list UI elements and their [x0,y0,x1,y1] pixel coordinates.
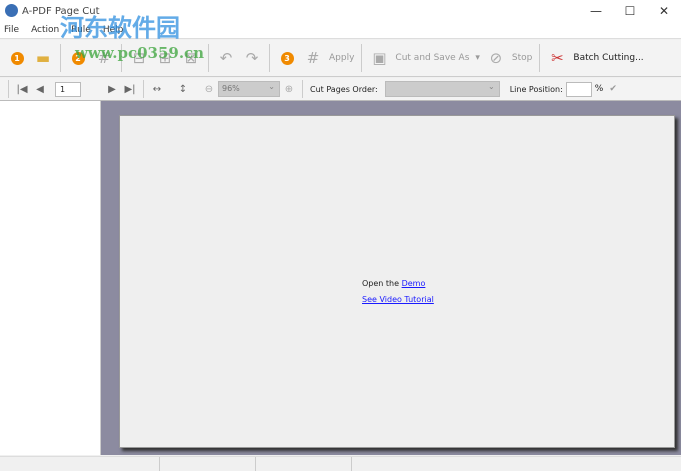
document-viewer: Open the Demo See Video Tutorial [101,101,681,455]
step2-icon: 2 [71,51,85,65]
clear-grid-icon: ⊠ [184,49,198,67]
menu-rule[interactable]: Rule [71,25,91,35]
clear-lines-button[interactable]: ⊠ [178,45,204,71]
folder-icon: ▬ [35,49,51,67]
fit-height-button[interactable]: ↕ [174,80,192,98]
grid-button[interactable]: # [91,45,117,71]
percent-label: % [594,84,604,94]
stop-icon: ⊘ [489,49,503,67]
app-icon [5,4,18,17]
window-title: A-PDF Page Cut [22,5,100,17]
main-toolbar: 1 ▬ 2 # ⊟ ⊞ ⊠ ↶ ↷ 3 # Apply ▣ Cut and Sa… [0,40,681,77]
zoom-in-button[interactable]: ⊕ [280,80,298,98]
thumbnail-panel [0,101,101,455]
step1-icon: 1 [10,51,24,65]
open-the-text: Open the [362,279,400,288]
batch-scissors-icon: ✂ [551,49,564,67]
cut-pages-order-select[interactable] [384,80,500,97]
fit-width-button[interactable]: ↔ [148,80,166,98]
menu-bar: File Action Rule Help [0,22,681,39]
step2-button[interactable]: 2 [65,45,91,71]
stop-icon-wrap[interactable]: ⊘ [483,45,509,71]
first-page-button[interactable]: |◀ [13,80,31,98]
apply-icon-button[interactable]: # [300,45,326,71]
line-position-label: Line Position: [509,84,563,94]
next-page-icon: ▶ [108,83,116,95]
minimize-button[interactable]: — [579,0,613,22]
step3-button[interactable]: 3 [274,45,300,71]
status-bar [0,456,681,471]
prev-page-button[interactable]: ◀ [31,80,49,98]
redo-icon: ↷ [245,49,259,67]
redo-button[interactable]: ↷ [239,45,265,71]
page-canvas: Open the Demo See Video Tutorial [119,115,675,448]
fit-width-icon: ↔ [152,83,162,95]
line-position-input[interactable] [565,81,592,97]
cut-pages-order-label: Cut Pages Order: [310,84,378,94]
status-panel-3 [256,457,352,471]
zoom-in-icon: ⊕ [284,83,294,95]
save-icon-wrap[interactable]: ▣ [366,45,392,71]
confirm-check-icon[interactable]: ✔ [609,84,617,94]
video-tutorial-link[interactable]: See Video Tutorial [362,295,434,304]
close-button[interactable]: ✕ [647,0,681,22]
vertical-line-icon: ⊞ [158,49,172,67]
open-button[interactable]: ▬ [30,45,56,71]
undo-button[interactable]: ↶ [213,45,239,71]
last-page-button[interactable]: ▶| [121,80,139,98]
navigation-toolbar: |◀ ◀ 1 ▶ ▶| ↔ ↕ ⊖ 96% ⊕ Cut Pages Order:… [0,78,681,101]
zoom-select[interactable]: 96% [218,80,280,97]
page-number-input[interactable]: 1 [55,81,81,97]
cut-and-save-as-button[interactable]: Cut and Save As [395,53,469,63]
chevron-down-icon[interactable]: ▾ [475,53,480,63]
last-page-icon: ▶| [124,83,136,95]
horizontal-line-icon: ⊟ [132,49,146,67]
fit-height-icon: ↕ [178,83,188,95]
add-vertical-button[interactable]: ⊞ [152,45,178,71]
demo-link[interactable]: Demo [402,279,426,288]
prev-page-icon: ◀ [36,83,44,95]
batch-cutting-button[interactable]: Batch Cutting... [573,53,643,63]
zoom-out-icon: ⊖ [204,83,214,95]
apply-grid-icon: # [306,49,320,67]
add-horizontal-button[interactable]: ⊟ [126,45,152,71]
save-icon: ▣ [372,49,387,67]
maximize-button[interactable]: ☐ [613,0,647,22]
apply-button[interactable]: Apply [329,53,354,63]
step3-icon: 3 [280,51,294,65]
status-panel-1 [0,457,160,471]
next-page-button[interactable]: ▶ [103,80,121,98]
grid-icon: # [97,49,111,67]
menu-action[interactable]: Action [31,25,59,35]
status-panel-2 [160,457,256,471]
step1-button[interactable]: 1 [4,45,30,71]
batch-icon-wrap[interactable]: ✂ [544,45,570,71]
start-message: Open the Demo See Video Tutorial [362,276,434,308]
zoom-out-button[interactable]: ⊖ [200,80,218,98]
menu-file[interactable]: File [4,25,19,35]
first-page-icon: |◀ [16,83,28,95]
stop-button[interactable]: Stop [512,53,532,63]
undo-icon: ↶ [219,49,233,67]
menu-help[interactable]: Help [103,25,124,35]
title-bar: A-PDF Page Cut — ☐ ✕ [0,0,681,22]
